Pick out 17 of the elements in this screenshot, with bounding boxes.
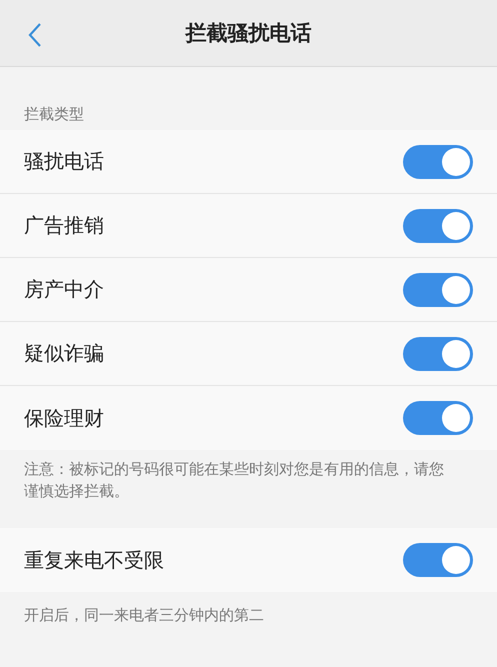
toggle-switch[interactable]	[403, 336, 473, 370]
note-text: 开启后，同一来电者三分钟内的第二	[23, 605, 265, 626]
setting-label: 广告推销	[24, 212, 104, 239]
toggle-switch[interactable]	[403, 543, 473, 577]
setting-label: 疑似诈骗	[24, 340, 104, 367]
section-label: 拦截类型	[23, 104, 85, 125]
toggle-switch[interactable]	[403, 401, 473, 435]
back-icon[interactable]	[28, 22, 42, 48]
setting-label: 保险理财	[24, 404, 104, 432]
note-text: 注意：被标记的号码很可能在某些时刻对您是有用的信息，请您谨慎选择拦截。	[23, 459, 445, 502]
toggle-switch[interactable]	[403, 208, 473, 242]
setting-label: 重复来电不受限	[24, 546, 164, 574]
setting-label: 房产中介	[24, 276, 104, 303]
setting-label: 骚扰电话	[24, 148, 104, 175]
toggle-switch[interactable]	[403, 272, 473, 306]
page-title: 拦截骚扰电话	[186, 20, 312, 47]
toggle-switch[interactable]	[403, 144, 473, 178]
